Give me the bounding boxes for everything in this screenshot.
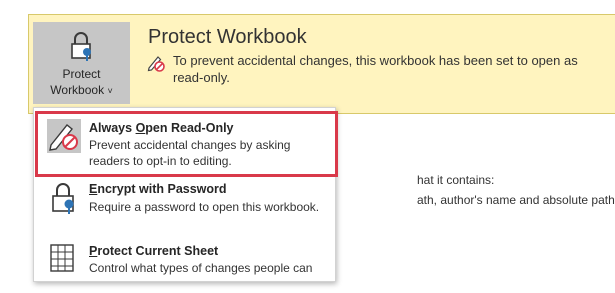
menu-item-title: Always Open Read-Only [89,121,234,135]
lock-key-icon [52,183,74,214]
protect-button-label-line2: Workbook ˅ [50,83,113,97]
lock-key-icon [71,32,91,61]
banner-title: Protect Workbook [148,26,307,48]
banner-description: To prevent accidental changes, this work… [173,53,578,85]
menu-item-title: Encrypt with Password [89,182,227,196]
menu-item-title: Protect Current Sheet [89,244,219,258]
background-text-line: hat it contains: [417,173,495,187]
chevron-down-icon: ˅ [107,86,113,96]
pencil-no-icon [47,119,81,153]
background-text-line: ath, author's name and absolute path [417,193,615,207]
menu-item-encrypt-with-password[interactable]: Encrypt with Password Require a password… [34,177,337,235]
menu-item-description: Require a password to open this workbook… [89,200,320,214]
protect-button-label-line1: Protect [62,67,101,81]
menu-item-protect-current-sheet[interactable]: Protect Current Sheet Control what types… [34,235,337,293]
menu-item-always-open-read-only[interactable]: Always Open Read-Only Prevent accidental… [34,115,337,173]
sheet-lock-icon [50,244,74,272]
pencil-no-icon [147,56,165,72]
menu-item-description: Control what types of changes people can [89,261,313,275]
menu-item-description: Prevent accidental changes by asking rea… [89,138,291,168]
protect-workbook-button[interactable]: Protect Workbook ˅ [33,22,130,104]
protect-workbook-menu: Always Open Read-Only Prevent accidental… [33,107,336,282]
